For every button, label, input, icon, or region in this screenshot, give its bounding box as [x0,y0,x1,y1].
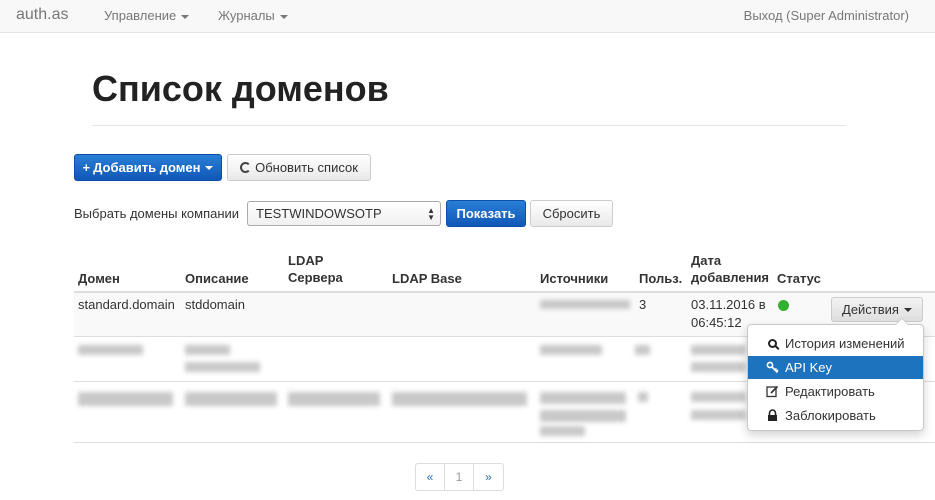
row-description: stddomain [185,297,245,312]
redacted-description [185,392,277,406]
chevron-down-icon [205,165,214,170]
redacted-domain [78,345,143,355]
header-date-line2: добавления [691,270,770,285]
header-ldap-line1: LDAP [288,253,324,268]
search-icon [766,337,779,350]
header-ldap-base[interactable]: LDAP Base [392,270,462,287]
actions-button[interactable]: Действия [831,297,923,322]
redacted-sources [540,410,626,422]
redacted-description [185,362,260,372]
menu-item-label: Редактировать [785,384,875,399]
redacted-sources [540,345,602,355]
edit-icon [766,385,779,398]
header-ldap-line2: Сервера [288,270,343,285]
actions-button-label: Действия [842,302,899,317]
page-title: Список доменов [92,68,389,109]
redacted-sources [540,426,585,436]
pagination-next[interactable]: » [474,464,503,490]
show-button-label: Показать [456,206,516,221]
refresh-list-label: Обновить список [255,160,358,175]
add-domain-label: Добавить домен [93,160,201,175]
menu-item-label: История изменений [785,336,905,351]
menu-item-label: Заблокировать [785,408,876,423]
redacted-ldap [288,392,380,406]
header-description[interactable]: Описание [185,270,249,287]
show-button[interactable]: Показать [446,200,526,227]
header-status[interactable]: Статус [777,270,821,287]
redacted-date [691,410,746,420]
logout-link[interactable]: Выход (Super Administrator) [744,8,909,23]
redacted-users [635,345,650,355]
company-select-value: TESTWINDOWSOTP [256,206,382,221]
redacted-date [691,362,746,372]
row-domain: standard.domain [78,297,175,312]
row-divider [74,442,935,443]
redacted-users [638,392,648,402]
row-users: 3 [639,297,647,312]
menu-logs[interactable]: Журналы [218,8,288,23]
refresh-list-button[interactable]: Обновить список [227,154,371,181]
brand-logo[interactable]: auth.as [16,6,68,24]
reset-button-label: Сбросить [542,206,601,221]
menu-item-edit[interactable]: Редактировать [748,380,923,403]
chevron-down-icon [279,14,288,19]
redacted-date [691,345,746,355]
chevron-down-icon [181,14,190,19]
plus-icon: + [82,160,91,175]
row-date-line2: 06:45:12 [691,315,742,330]
pagination-prev[interactable]: « [416,464,445,490]
menu-item-label: API Key [785,360,832,375]
header-sources[interactable]: Источники [540,270,608,287]
row-date-line1: 03.11.2016 в [691,297,766,312]
redacted-domain [78,392,173,406]
menu-item-change-history[interactable]: История изменений [748,332,923,355]
company-filter-label: Выбрать домены компании [74,206,240,221]
redacted-sources [540,392,626,404]
header-date-added[interactable]: Дата добавления [691,252,769,286]
header-ldap-servers[interactable]: LDAP Сервера [288,252,343,286]
redacted-ldap-base [392,392,527,406]
chevron-down-icon [903,307,912,312]
header-domain[interactable]: Домен [78,270,120,287]
top-navbar: auth.as Управление Журналы Выход (Super … [0,0,935,33]
redacted-description [185,345,230,355]
menu-management[interactable]: Управление [104,8,190,23]
divider [92,125,846,126]
pagination: « 1 » [415,463,504,491]
lock-icon [766,409,779,422]
add-domain-button[interactable]: + Добавить домен [74,154,222,181]
company-select[interactable]: TESTWINDOWSOTP ▲ ▼ [247,201,441,226]
menu-item-api-key[interactable]: API Key [748,356,923,379]
pagination-page[interactable]: 1 [445,464,474,490]
header-users[interactable]: Польз. [639,270,682,287]
status-active-dot [778,300,789,311]
header-date-line1: Дата [691,253,722,268]
reset-button[interactable]: Сбросить [530,200,613,227]
menu-management-label: Управление [104,8,177,23]
actions-dropdown-menu: История изменений API Key Редактировать … [747,318,924,431]
refresh-icon [240,162,252,173]
menu-item-lock[interactable]: Заблокировать [748,404,923,427]
key-icon [766,361,779,374]
select-arrows-icon: ▲ ▼ [427,206,435,222]
menu-logs-label: Журналы [218,8,275,23]
redacted-sources [540,300,630,309]
redacted-date [691,392,746,402]
